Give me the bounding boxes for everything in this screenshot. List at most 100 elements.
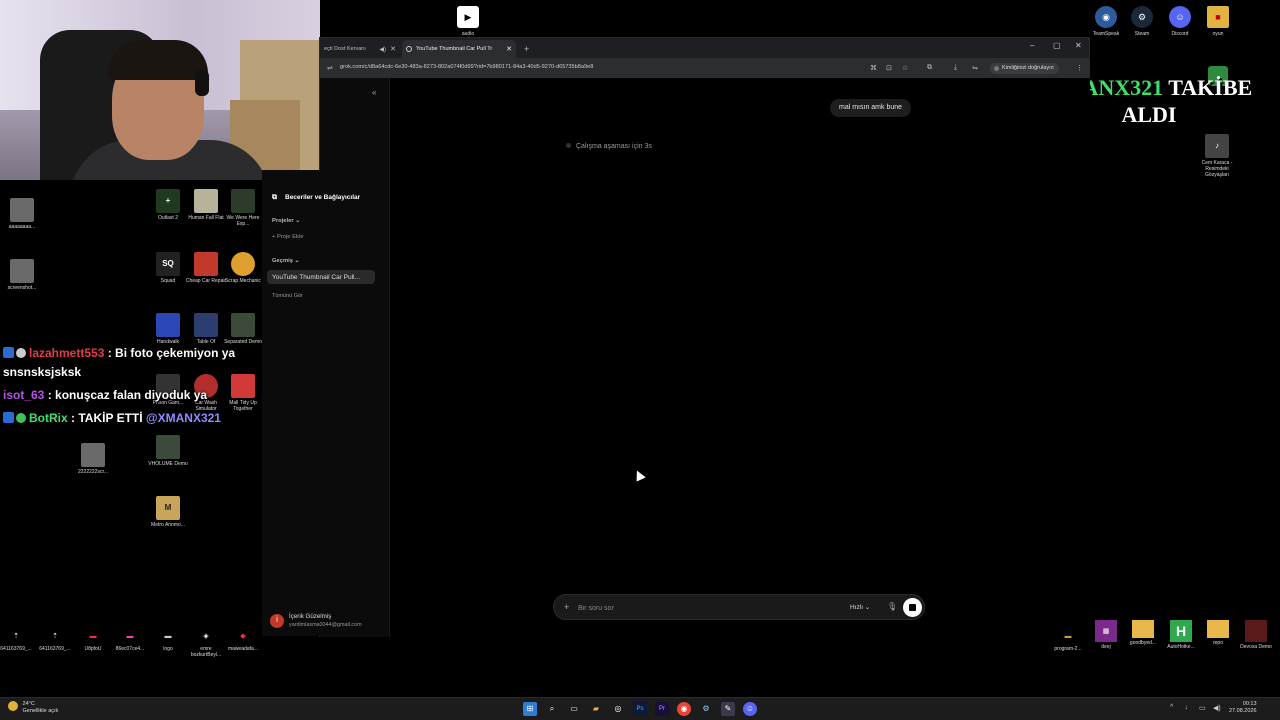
translate-icon[interactable]: ⌘ [870, 64, 877, 72]
obs-icon[interactable]: ◎ [611, 702, 625, 716]
prompt-box: + Hızlı ⌄ 🎙 [553, 594, 925, 620]
game-icon [231, 252, 255, 276]
weather-widget[interactable]: 24°C Genellikle açık [8, 701, 58, 715]
desktop-icon[interactable]: We Were Here Exp... [221, 189, 265, 227]
maximize-button[interactable]: ▢ [1053, 41, 1061, 50]
desktop-icon[interactable]: ⇡ 641163769_... [0, 628, 36, 652]
browser-window: eçti Dost Kervanı ◀) ✕ YouTube Thumbnail… [319, 37, 1090, 637]
collapse-sidebar-icon[interactable]: « [372, 88, 376, 97]
clock[interactable]: 00:13 27.08.2026 [1229, 701, 1257, 715]
desktop-icon[interactable]: 2222222scr... [71, 443, 115, 475]
image-icon: ▬ [89, 632, 97, 640]
volume-icon[interactable]: ◀) [1213, 704, 1221, 712]
tray-overflow-icon[interactable]: ^ [1170, 704, 1173, 711]
sidebar-section-history[interactable]: Geçmiş ⌄ [272, 258, 299, 264]
sidebar-item-skills[interactable]: ⧉ Beceriler ve Bağlayıcılar [272, 194, 360, 201]
desktop-icon[interactable]: aaaaaaaa... [0, 198, 44, 230]
attach-button[interactable]: + [564, 602, 569, 612]
app-active-icon[interactable]: ✎ [721, 702, 735, 716]
desktop-icon[interactable]: Scrap Mechanic [221, 252, 265, 284]
add-project-button[interactable]: + Proje Ekle [272, 234, 303, 240]
photoshop-icon[interactable]: Ps [633, 702, 647, 716]
prompt-input[interactable] [578, 601, 818, 615]
game-icon [156, 313, 180, 337]
desktop-icon[interactable]: ▬ U8pfoU [73, 628, 113, 653]
close-window-button[interactable]: ✕ [1075, 41, 1082, 50]
user-message-bubble: mal mısın amk bune [830, 99, 912, 117]
desktop-icon[interactable]: M Metro Anomo... [146, 496, 190, 528]
search-icon[interactable]: ⌕ [545, 702, 559, 716]
game-icon [231, 374, 255, 398]
desktop-icon-steam[interactable]: ⚙ Steam [1122, 6, 1162, 37]
desktop-icon[interactable]: ♪ Cem Karaca - Resimdeki Gözyaşları [1196, 134, 1238, 178]
desktop-icon-teamspeak[interactable]: ◉ TeamSpeak [1086, 6, 1126, 37]
see-all-link[interactable]: Tümünü Gör [272, 293, 303, 299]
install-icon[interactable]: ⊡ [886, 64, 892, 72]
history-item[interactable]: YouTube Thumbnail Car Pull... [272, 274, 360, 281]
premiere-icon[interactable]: Pr [655, 702, 669, 716]
bookmark-star-icon[interactable]: ☆ [902, 64, 908, 72]
desktop-icon[interactable]: H AutoHotke... [1161, 620, 1201, 650]
desktop-icon[interactable]: Mall Tidy Up Together [221, 374, 265, 412]
desktop-icon[interactable]: VHOLUME Demo [146, 435, 190, 467]
music-icon: ♪ [1205, 134, 1229, 158]
file-icon: ⇡ [13, 633, 19, 640]
image-icon: ▬ [126, 632, 134, 640]
steam-icon[interactable]: ⚙ [699, 702, 713, 716]
network-icon[interactable]: ▭ [1199, 704, 1206, 712]
address-bar[interactable]: ⇌ grok.com/c/d8a64cdc-6e30-483a-8273-802… [320, 58, 1089, 78]
desktop-icon[interactable]: ▬ program-2... [1048, 628, 1088, 653]
minimize-button[interactable]: – [1030, 41, 1034, 50]
desktop-icon[interactable]: ⇡ 641163769_... [35, 628, 75, 652]
discord-icon: ☺ [1169, 6, 1191, 28]
image-icon [81, 443, 105, 467]
url-text[interactable]: grok.com/c/d8a64cdc-6e30-483a-8273-802a0… [340, 64, 593, 70]
tab-dost-kervani[interactable]: eçti Dost Kervanı ◀) ✕ [320, 40, 400, 58]
close-tab-icon[interactable]: ✕ [506, 45, 512, 53]
close-tab-icon[interactable]: ✕ [390, 45, 396, 53]
sidepanel-icon[interactable]: ⇋ [972, 64, 978, 72]
desktop-icon[interactable]: ▬ 86ec07ce4... [110, 628, 150, 653]
discord-icon[interactable]: ☺ [743, 702, 757, 716]
game-icon [194, 189, 218, 213]
folder-icon: ■ [1207, 6, 1229, 28]
desktop-icon[interactable]: repo [1198, 620, 1238, 646]
user-name[interactable]: İçerik Güzelmiş [289, 613, 331, 620]
desktop-icon-oyun[interactable]: ■ oyun [1198, 6, 1238, 37]
thinking-status[interactable]: Çalışma aşaması için 3s [566, 143, 652, 150]
start-windows-icon[interactable]: ⊞ [523, 702, 537, 716]
desktop-icon[interactable]: Separated Demo [221, 313, 265, 345]
desktop-icon[interactable]: goodbyed... [1123, 620, 1163, 646]
download-icon[interactable]: ⤓ [954, 64, 957, 72]
site-info-icon[interactable]: ⇌ [327, 64, 333, 72]
file-explorer-icon[interactable]: ▰ [589, 702, 603, 716]
desktop-icon[interactable]: ◈ emre bozkurtBeyl... [186, 628, 226, 658]
game-icon [194, 313, 218, 337]
desktop-icon[interactable]: screenshot... [0, 259, 44, 291]
chrome-icon[interactable]: ◉ [677, 702, 691, 716]
verify-identity-button[interactable]: Kimliğinizi doğrulayın [990, 63, 1059, 74]
model-mode-select[interactable]: Hızlı ⌄ [850, 603, 870, 611]
desktop-icon[interactable]: ◆ maweadafa... [223, 628, 263, 652]
avatar[interactable]: İ [270, 614, 284, 628]
game-icon [156, 435, 180, 459]
sidebar-section-projects[interactable]: Projeler ⌄ [272, 218, 300, 224]
extensions-icon[interactable]: ⧉ [927, 64, 932, 72]
mic-icon[interactable]: ♩ [1185, 704, 1192, 711]
mute-icon[interactable]: ◀) [379, 46, 386, 53]
badge-icon [3, 347, 14, 358]
desktop-icon-audio[interactable]: ▶ audio [448, 6, 488, 37]
desktop-icon[interactable]: Devosa Demo [1236, 620, 1276, 650]
task-view-icon[interactable]: ▭ [567, 702, 581, 716]
new-tab-button[interactable]: + [520, 40, 534, 58]
desktop-icon[interactable]: ▦ deej [1086, 620, 1126, 650]
mic-icon[interactable]: 🎙 [887, 602, 897, 611]
headset-icon [195, 70, 209, 96]
stop-button[interactable] [903, 598, 922, 617]
desktop-icon[interactable]: ▬ logo [148, 628, 188, 653]
tab-youtube-thumbnail[interactable]: YouTube Thumbnail Car Pull Tr ✕ [402, 40, 516, 58]
game-icon: + [156, 189, 180, 213]
webcam-feed [0, 0, 320, 180]
menu-kebab-icon[interactable]: ⋮ [1076, 64, 1083, 72]
desktop-icon-discord[interactable]: ☺ Discord [1160, 6, 1200, 37]
